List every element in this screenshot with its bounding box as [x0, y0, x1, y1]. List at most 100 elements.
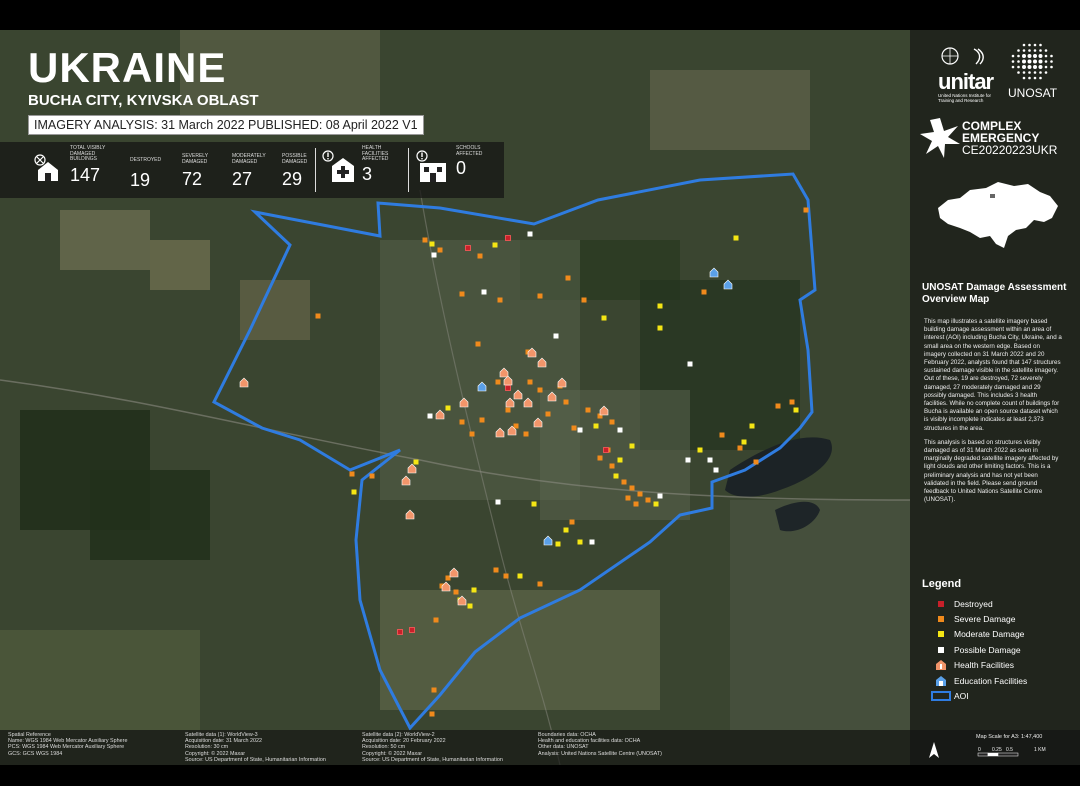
destroyed-marker[interactable] — [505, 385, 511, 391]
severe-damage-marker[interactable] — [537, 387, 543, 393]
severe-damage-marker[interactable] — [349, 471, 355, 477]
severe-damage-marker[interactable] — [537, 293, 543, 299]
moderate-damage-marker[interactable] — [629, 443, 635, 449]
severe-damage-marker[interactable] — [422, 237, 428, 243]
logo-dot — [1039, 76, 1042, 80]
moderate-damage-marker[interactable] — [413, 459, 419, 465]
possible-damage-marker[interactable] — [527, 231, 533, 237]
severe-damage-marker[interactable] — [459, 419, 465, 425]
severe-damage-marker[interactable] — [369, 473, 375, 479]
severe-damage-marker[interactable] — [453, 589, 459, 595]
moderate-damage-marker[interactable] — [467, 603, 473, 609]
possible-damage-marker[interactable] — [687, 361, 693, 367]
severe-damage-marker[interactable] — [563, 399, 569, 405]
moderate-damage-marker[interactable] — [613, 473, 619, 479]
severe-damage-marker[interactable] — [475, 341, 481, 347]
severe-damage-marker[interactable] — [609, 463, 615, 469]
possible-damage-marker[interactable] — [589, 539, 595, 545]
severe-damage-marker[interactable] — [497, 297, 503, 303]
severe-damage-marker[interactable] — [437, 247, 443, 253]
severe-damage-marker[interactable] — [585, 407, 591, 413]
possible-damage-marker[interactable] — [495, 499, 501, 505]
severe-damage-marker[interactable] — [505, 407, 511, 413]
possible-damage-marker[interactable] — [427, 413, 433, 419]
possible-damage-marker[interactable] — [481, 289, 487, 295]
severe-damage-marker[interactable] — [513, 423, 519, 429]
severe-damage-marker[interactable] — [565, 275, 571, 281]
logo-dot — [1028, 71, 1031, 74]
severe-damage-marker[interactable] — [609, 419, 615, 425]
moderate-damage-marker[interactable] — [577, 539, 583, 545]
moderate-damage-marker[interactable] — [601, 315, 607, 321]
severe-damage-marker[interactable] — [429, 711, 435, 717]
severe-damage-marker[interactable] — [775, 403, 781, 409]
moderate-damage-marker[interactable] — [793, 407, 799, 413]
severe-damage-marker[interactable] — [637, 491, 643, 497]
moderate-damage-marker[interactable] — [445, 405, 451, 411]
severe-damage-marker[interactable] — [597, 455, 603, 461]
severe-damage-marker[interactable] — [581, 297, 587, 303]
severe-damage-marker[interactable] — [495, 379, 501, 385]
severe-damage-marker[interactable] — [571, 425, 577, 431]
moderate-damage-marker[interactable] — [517, 573, 523, 579]
severe-damage-marker[interactable] — [477, 253, 483, 259]
severe-damage-marker[interactable] — [803, 207, 809, 213]
severe-damage-marker[interactable] — [479, 417, 485, 423]
severe-damage-marker[interactable] — [645, 497, 651, 503]
destroyed-marker[interactable] — [505, 235, 511, 241]
map-scale-label: Map Scale for A3: 1:47,400 — [976, 734, 1043, 740]
possible-damage-marker[interactable] — [713, 467, 719, 473]
moderate-damage-marker[interactable] — [657, 303, 663, 309]
severe-damage-marker[interactable] — [737, 445, 743, 451]
severe-damage-marker[interactable] — [569, 519, 575, 525]
severe-damage-marker[interactable] — [469, 431, 475, 437]
severe-damage-marker[interactable] — [493, 567, 499, 573]
destroyed-marker[interactable] — [409, 627, 415, 633]
moderate-damage-marker[interactable] — [531, 501, 537, 507]
moderate-damage-marker[interactable] — [492, 242, 498, 248]
destroyed-marker[interactable] — [603, 447, 609, 453]
severe-damage-marker[interactable] — [625, 495, 631, 501]
moderate-damage-marker[interactable] — [697, 447, 703, 453]
moderate-damage-marker[interactable] — [555, 541, 561, 547]
severe-damage-marker[interactable] — [701, 289, 707, 295]
moderate-damage-marker[interactable] — [741, 439, 747, 445]
moderate-damage-marker[interactable] — [653, 501, 659, 507]
moderate-damage-marker[interactable] — [657, 325, 663, 331]
moderate-damage-marker[interactable] — [563, 527, 569, 533]
moderate-damage-marker[interactable] — [733, 235, 739, 241]
possible-damage-marker[interactable] — [577, 427, 583, 433]
severe-damage-marker[interactable] — [503, 573, 509, 579]
moderate-damage-marker[interactable] — [351, 489, 357, 495]
severe-damage-marker[interactable] — [719, 432, 725, 438]
severe-damage-marker[interactable] — [633, 501, 639, 507]
possible-damage-marker[interactable] — [553, 333, 559, 339]
severe-damage-marker[interactable] — [537, 581, 543, 587]
severe-damage-marker[interactable] — [315, 313, 321, 319]
severe-damage-marker[interactable] — [629, 485, 635, 491]
severe-damage-marker[interactable] — [789, 399, 795, 405]
destroyed-marker[interactable] — [465, 245, 471, 251]
moderate-damage-marker[interactable] — [471, 587, 477, 593]
possible-damage-marker[interactable] — [431, 252, 437, 258]
destroyed-marker[interactable] — [397, 629, 403, 635]
severe-damage-marker[interactable] — [431, 687, 437, 693]
possible-damage-marker[interactable] — [657, 493, 663, 499]
moderate-damage-marker[interactable] — [429, 241, 435, 247]
moderate-damage-marker[interactable] — [749, 423, 755, 429]
legend-item-label: Health Facilities — [954, 660, 1014, 671]
severe-damage-marker[interactable] — [523, 431, 529, 437]
possible-damage-marker[interactable] — [707, 457, 713, 463]
possible-damage-marker[interactable] — [617, 427, 623, 433]
severe-damage-marker[interactable] — [459, 291, 465, 297]
stat-severe-value: 72 — [182, 169, 203, 189]
severe-damage-marker[interactable] — [527, 379, 533, 385]
severe-damage-marker[interactable] — [433, 617, 439, 623]
possible-damage-marker[interactable] — [685, 457, 691, 463]
severe-damage-marker[interactable] — [621, 479, 627, 485]
moderate-damage-marker[interactable] — [617, 457, 623, 463]
severe-damage-marker[interactable] — [545, 411, 551, 417]
legend-item-label: Severe Damage — [954, 614, 1016, 625]
moderate-damage-marker[interactable] — [593, 423, 599, 429]
severe-damage-marker[interactable] — [753, 459, 759, 465]
